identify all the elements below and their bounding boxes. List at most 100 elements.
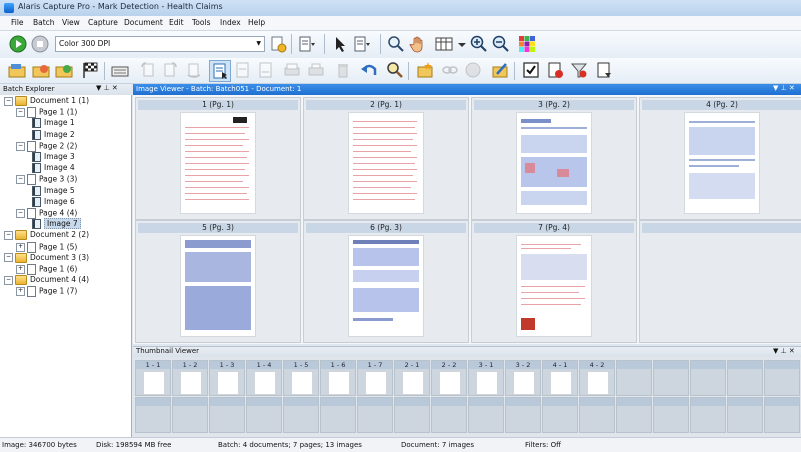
- profile-settings-button[interactable]: [268, 34, 288, 54]
- link-button[interactable]: [440, 60, 460, 80]
- undo-button[interactable]: [359, 60, 379, 80]
- rescan-button[interactable]: [282, 60, 302, 80]
- tree-node-image[interactable]: Image 4: [28, 163, 75, 174]
- tree-node-image[interactable]: Image 7: [28, 218, 81, 230]
- thumbnail-item[interactable]: 2 - 2: [431, 360, 467, 396]
- thumbnail-item[interactable]: 2 - 1: [394, 360, 430, 396]
- new-batch-button[interactable]: [7, 60, 27, 80]
- tree-node-page[interactable]: + Page 1 (7): [16, 286, 77, 298]
- delete-button[interactable]: [333, 60, 353, 80]
- panel-pin-controls[interactable]: ▼ ⊥ ✕: [96, 84, 118, 92]
- page-view-button[interactable]: [352, 34, 372, 54]
- select-pointer-button[interactable]: [330, 34, 350, 54]
- panel-pin-controls[interactable]: ▼ ⊥ ✕: [773, 347, 795, 355]
- expand-toggle-icon[interactable]: +: [16, 287, 25, 297]
- tree-node-image[interactable]: Image 1: [28, 118, 75, 129]
- tree-node-image[interactable]: Image 6: [28, 196, 75, 208]
- approve-button[interactable]: [521, 60, 541, 80]
- layout-grid-button[interactable]: [434, 34, 454, 54]
- tree-node-page[interactable]: − Page 3 (3): [16, 174, 77, 186]
- tree-node-image[interactable]: Image 2: [28, 129, 75, 141]
- scan-profile-select[interactable]: Color 300 DPI ▼: [55, 36, 265, 52]
- start-scan-button[interactable]: [8, 34, 28, 54]
- pan-hand-button[interactable]: [408, 34, 428, 54]
- tree-node-doc[interactable]: − Document 1 (1): [4, 96, 89, 107]
- edit-index-button[interactable]: [490, 60, 510, 80]
- thumbnail-item[interactable]: 3 - 2: [505, 360, 541, 396]
- tree-node-image[interactable]: Image 5: [28, 185, 75, 197]
- tree-node-page[interactable]: − Page 1 (1): [16, 107, 77, 119]
- menu-edit[interactable]: Edit: [169, 18, 184, 27]
- filter-button[interactable]: [569, 60, 589, 80]
- image-cell-3[interactable]: 3 (Pg. 2): [471, 97, 637, 220]
- expand-toggle-icon[interactable]: +: [16, 242, 25, 252]
- expand-toggle-icon[interactable]: −: [4, 96, 13, 106]
- image-cell-4[interactable]: 4 (Pg. 2): [639, 97, 801, 220]
- menu-index[interactable]: Index: [220, 18, 241, 27]
- zoom-area-button[interactable]: [386, 34, 406, 54]
- tree-node-doc[interactable]: − Document 2 (2): [4, 230, 89, 241]
- split-page-button[interactable]: [256, 60, 276, 80]
- rotate-180-button[interactable]: [184, 60, 204, 80]
- thumbnail-item[interactable]: 1 - 6: [320, 360, 356, 396]
- menu-tools[interactable]: Tools: [192, 18, 210, 27]
- expand-toggle-icon[interactable]: −: [16, 108, 25, 118]
- reject-page-button[interactable]: [545, 60, 565, 80]
- image-cell-7[interactable]: 7 (Pg. 4): [471, 220, 637, 343]
- thumbnail-item[interactable]: 1 - 7: [357, 360, 393, 396]
- stop-scan-button[interactable]: [30, 34, 50, 54]
- rotate-left-button[interactable]: [138, 60, 158, 80]
- image-cell-2[interactable]: 2 (Pg. 1): [303, 97, 469, 220]
- rotate-180-icon: [187, 63, 201, 78]
- image-cell-1[interactable]: 1 (Pg. 1): [135, 97, 301, 220]
- expand-toggle-icon[interactable]: −: [16, 209, 25, 218]
- image-cell-5[interactable]: 5 (Pg. 3): [135, 220, 301, 343]
- expand-toggle-icon[interactable]: −: [16, 141, 25, 151]
- page-options-button[interactable]: [296, 34, 316, 54]
- tree-node-page[interactable]: − Page 2 (2): [16, 140, 77, 152]
- tree-node-doc[interactable]: − Document 4 (4): [4, 275, 89, 286]
- expand-toggle-icon[interactable]: +: [16, 265, 25, 274]
- tree-node-image[interactable]: Image 3: [28, 152, 75, 163]
- menu-capture[interactable]: Capture: [88, 18, 118, 27]
- print-button[interactable]: [306, 60, 326, 80]
- color-palette-button[interactable]: [517, 34, 537, 54]
- expand-toggle-icon[interactable]: −: [16, 175, 25, 185]
- finish-batch-button[interactable]: [80, 60, 100, 80]
- expand-toggle-icon[interactable]: −: [4, 275, 13, 285]
- thumbnail-item[interactable]: 1 - 4: [246, 360, 282, 396]
- zoom-in-button[interactable]: [469, 34, 489, 54]
- tree-node-label: Page 1 (6): [39, 264, 78, 274]
- menu-help[interactable]: Help: [248, 18, 265, 27]
- thumbnail-item[interactable]: 1 - 2: [172, 360, 208, 396]
- panel-pin-controls[interactable]: ▼ ⊥ ✕: [773, 84, 795, 92]
- tree-node-doc[interactable]: − Document 3 (3): [4, 252, 89, 264]
- thumbnail-item[interactable]: 1 - 1: [135, 360, 171, 396]
- thumbnail-item[interactable]: 1 - 5: [283, 360, 319, 396]
- export-button[interactable]: [594, 60, 614, 80]
- mark-detection-button[interactable]: [209, 60, 231, 82]
- zoom-out-button[interactable]: [491, 34, 511, 54]
- thumbnail-item[interactable]: 4 - 1: [542, 360, 578, 396]
- thumbnail-label: [765, 361, 799, 369]
- thumbnail-item[interactable]: 3 - 1: [468, 360, 504, 396]
- image-cell-6[interactable]: 6 (Pg. 3): [303, 220, 469, 343]
- rotate-right-button[interactable]: [160, 60, 180, 80]
- menu-document[interactable]: Document: [124, 18, 163, 27]
- thumbnail-item[interactable]: 1 - 3: [209, 360, 245, 396]
- tree-node-page[interactable]: + Page 1 (5): [16, 241, 77, 253]
- find-button[interactable]: [385, 60, 405, 80]
- menu-file[interactable]: File: [11, 18, 24, 27]
- record-button[interactable]: [463, 60, 483, 80]
- tree-node-page[interactable]: + Page 1 (6): [16, 264, 77, 275]
- auto-process-button[interactable]: [415, 60, 435, 80]
- menu-batch[interactable]: Batch: [33, 18, 55, 27]
- keyboard-index-button[interactable]: [110, 60, 130, 80]
- menu-view[interactable]: View: [62, 18, 80, 27]
- thumbnail-item[interactable]: 4 - 2: [579, 360, 615, 396]
- expand-toggle-icon[interactable]: −: [4, 253, 13, 263]
- open-batch-button[interactable]: [31, 60, 51, 80]
- expand-toggle-icon[interactable]: −: [4, 230, 13, 240]
- insert-page-button[interactable]: [233, 60, 253, 80]
- close-batch-button[interactable]: [54, 60, 74, 80]
